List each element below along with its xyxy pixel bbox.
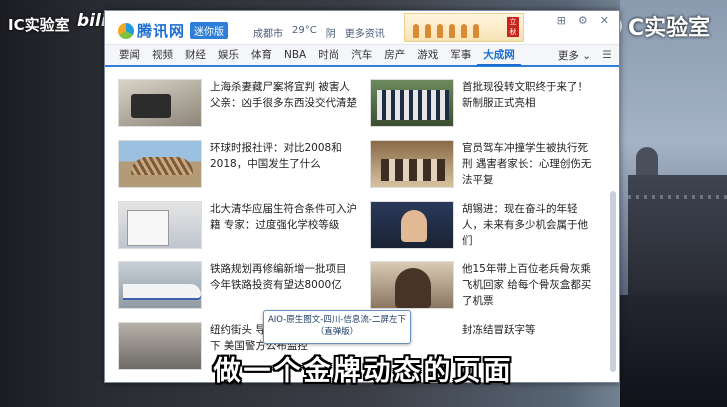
news-item[interactable]: 官员驾车冲撞学生被执行死刑 遇害者家长：心理创伤无法平复 — [370, 140, 594, 188]
close-icon[interactable]: ✕ — [600, 14, 609, 27]
nav-tab[interactable]: 要闻 — [113, 45, 146, 66]
watermark-right-text: C实验室 — [628, 16, 711, 41]
ad-slot-tooltip: AIO-原生图文-四川-信息流-二屏左下 （直弹版） — [263, 310, 411, 344]
news-item[interactable]: 北大清华应届生符合条件可入沪籍 专家：过度强化学校等级 — [118, 201, 360, 249]
nav-tab[interactable]: 娱乐 — [212, 45, 245, 66]
news-thumbnail — [370, 261, 454, 309]
video-subtitle: 做一个金牌动态的页面 — [213, 356, 514, 387]
logo-text: 腾讯网 — [137, 22, 186, 40]
news-title[interactable]: 北大清华应届生符合条件可入沪籍 专家：过度强化学校等级 — [210, 201, 360, 249]
nav-more-button[interactable]: 更多 ⌄ — [554, 48, 595, 63]
tree-icon — [437, 24, 443, 38]
more-weather-link[interactable]: 更多资讯 — [345, 25, 385, 40]
nav-tab[interactable]: 财经 — [179, 45, 212, 66]
nav-tab[interactable]: 游戏 — [411, 45, 444, 66]
news-title[interactable]: 上海杀妻藏尸案将宣判 被害人父亲：凶手很多东西没交代清楚 — [210, 79, 360, 127]
banner-seal: 立秋 — [507, 17, 519, 37]
nav-tab-active[interactable]: 大成网 — [477, 45, 521, 66]
background-building — [628, 147, 727, 295]
settings-icon[interactable]: ⚙ — [578, 14, 588, 27]
news-thumbnail — [118, 201, 202, 249]
festival-banner[interactable]: 立秋 — [404, 13, 524, 42]
tooltip-line1: AIO-原生图文-四川-信息流-二屏左下 — [267, 315, 407, 325]
nav-tab[interactable]: 视频 — [146, 45, 179, 66]
tree-icon — [473, 24, 479, 38]
news-thumbnail — [118, 79, 202, 127]
tencent-ball-icon — [118, 22, 134, 39]
news-title[interactable]: 官员驾车冲撞学生被执行死刑 遇害者家长：心理创伤无法平复 — [462, 140, 594, 188]
weather-text: 阴 — [325, 29, 336, 40]
nav-tab[interactable]: 时尚 — [312, 45, 345, 66]
news-thumbnail — [118, 261, 202, 309]
chevron-down-icon: ⌄ — [582, 49, 591, 62]
pin-icon[interactable]: ⊞ — [557, 14, 566, 27]
tree-icon — [413, 24, 419, 38]
news-item[interactable]: 首批现役转文职终于来了！新制服正式亮相 — [370, 79, 594, 127]
news-item[interactable]: 胡锡进：现在奋斗的年轻人，未来有多少机会属于他们 — [370, 201, 594, 249]
bilibili-logo: bili — [77, 11, 107, 31]
news-title[interactable]: 胡锡进：现在奋斗的年轻人，未来有多少机会属于他们 — [462, 201, 594, 249]
tencent-logo[interactable]: 腾讯网 迷你版 — [118, 20, 229, 41]
watermark-left: IC实验室 — [8, 16, 70, 34]
news-thumbnail — [370, 79, 454, 127]
nav-tab[interactable]: 军事 — [444, 45, 477, 66]
scrollbar[interactable] — [610, 191, 616, 372]
news-thumbnail — [118, 140, 202, 188]
nav-tab[interactable]: 体育 — [245, 45, 278, 66]
news-title[interactable]: 首批现役转文职终于来了！新制服正式亮相 — [462, 79, 594, 127]
news-thumbnail — [370, 140, 454, 188]
nav-tab[interactable]: 汽车 — [345, 45, 378, 66]
city-link[interactable]: 成都市 — [253, 25, 283, 40]
nav-tab[interactable]: 房产 — [378, 45, 411, 66]
window-header: 腾讯网 迷你版 成都市 29°C 阴 更多资讯 立秋 ⊞ ⚙ ✕ — [105, 11, 619, 44]
news-title[interactable]: 环球时报社评：对比2008和2018，中国发生了什么 — [210, 140, 360, 188]
news-item[interactable]: 环球时报社评：对比2008和2018，中国发生了什么 — [118, 140, 360, 188]
tree-icon — [461, 24, 467, 38]
temperature: 29°C — [292, 25, 317, 36]
tree-icon — [425, 24, 431, 38]
news-item[interactable]: 上海杀妻藏尸案将宣判 被害人父亲：凶手很多东西没交代清楚 — [118, 79, 360, 127]
news-item[interactable]: 他15年带上百位老兵骨灰乘飞机回家 给每个骨灰盒都买了机票 — [370, 261, 594, 309]
nav-tab[interactable]: NBA — [278, 45, 312, 66]
tree-icon — [449, 24, 455, 38]
menu-icon[interactable]: ☰ — [595, 49, 619, 61]
weather-bar: 成都市 29°C 阴 更多资讯 — [253, 25, 385, 40]
news-title[interactable]: 他15年带上百位老兵骨灰乘飞机回家 给每个骨灰盒都买了机票 — [462, 261, 594, 309]
window-controls: ⊞ ⚙ ✕ — [557, 14, 609, 27]
news-thumbnail — [370, 201, 454, 249]
news-item[interactable]: 铁路规划再修编新增一批项目 今年铁路投资有望达8000亿 — [118, 261, 360, 309]
news-title[interactable]: 铁路规划再修编新增一批项目 今年铁路投资有望达8000亿 — [210, 261, 360, 309]
nav-more-label: 更多 — [557, 49, 579, 62]
channel-nav: 要闻 视频 财经 娱乐 体育 NBA 时尚 汽车 房产 游戏 军事 大成网 更多… — [105, 44, 619, 67]
tooltip-line2: （直弹版） — [315, 327, 359, 337]
mini-badge: 迷你版 — [190, 22, 229, 39]
